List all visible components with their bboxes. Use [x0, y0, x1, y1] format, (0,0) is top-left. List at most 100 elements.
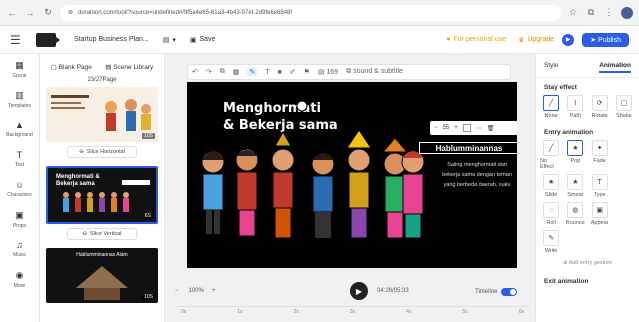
stay-none[interactable]: ╱ None — [540, 95, 562, 119]
stage-body-text[interactable]: Saling menghormati dan bekerja sama deng… — [442, 160, 512, 190]
entry-roll[interactable]: ◌ Roll — [540, 202, 562, 226]
stay-label: None — [544, 113, 558, 119]
star-icon[interactable]: ☆ — [567, 7, 579, 19]
play-button[interactable]: ▶ — [350, 282, 368, 300]
layer-count: 169 — [326, 69, 339, 76]
project-title[interactable]: Startup Business Plan... — [74, 36, 149, 43]
rail-props[interactable]: ▣ Props — [0, 204, 39, 234]
text-tool-icon[interactable]: T — [265, 69, 269, 76]
entry-write[interactable]: ✎ Write — [540, 230, 562, 254]
entry-appear[interactable]: ▣ Appear — [589, 202, 611, 226]
trash-icon[interactable]: 🗑 — [487, 125, 495, 132]
layout-dropdown[interactable]: ▤ ▾ — [163, 36, 176, 44]
entry-label: Smear — [567, 192, 584, 198]
stage-canvas[interactable]: Menghormati & Bekerja sama − 55 + ⋯ 🗑 Ha… — [187, 82, 517, 268]
slice-vertical-button[interactable]: ⊖ Slice Vertical — [67, 228, 137, 240]
more-options-icon[interactable]: ⋯ — [476, 125, 482, 132]
menu-dots-icon[interactable]: ⋮ — [603, 7, 615, 19]
entry-label: Roll — [546, 220, 556, 226]
subtitle-icon: ⧉ — [346, 68, 352, 75]
rail-templates[interactable]: ▥ Templates — [0, 84, 39, 114]
scene-library-label: Scene Library — [113, 64, 154, 71]
zoom-level[interactable]: 100% — [189, 288, 204, 294]
blank-page-tab[interactable]: ▢ Blank Page — [51, 63, 92, 71]
entry-label: Write — [544, 248, 558, 254]
rail-text[interactable]: T Text — [0, 144, 39, 174]
hamburger-icon[interactable]: ☰ — [10, 33, 24, 47]
left-rail: ▦ Scene ▥ Templates ▲ Background T Text ☺ Cha… — [0, 54, 40, 322]
entry-label: Type — [593, 192, 606, 198]
url-bar[interactable]: ⊚ doratoon.com/tool/?source=undefined#/9… — [60, 4, 561, 21]
entry-pop[interactable]: ★ Pop — [564, 140, 586, 170]
timeline-ruler[interactable]: 0s 1s 2s 3s 4s 5s 6s — [175, 306, 530, 322]
send-icon: ➤ — [590, 36, 597, 44]
rail-more[interactable]: ◉ More — [0, 264, 39, 294]
tab-style[interactable]: Style — [544, 62, 558, 73]
copy-icon[interactable]: ⧉ — [220, 68, 225, 76]
zoom-in-button[interactable]: + — [212, 288, 216, 294]
zoom-out-button[interactable]: − — [175, 288, 179, 294]
scene-thumbnail-2[interactable]: Menghormati & Bekerja sama 6S — [46, 166, 158, 224]
canvas-area: ↶ ↷ ⧉ ▦ ✎ T ■ ✐ ⚑ ▤ 169 ⧉ sound & subtit… — [165, 54, 535, 322]
entry-no-effect[interactable]: ╱ No Effect — [540, 140, 562, 170]
font-plus-button[interactable]: + — [454, 125, 458, 131]
rail-background[interactable]: ▲ Background — [0, 114, 39, 144]
grid-icon[interactable]: ▦ — [233, 68, 240, 76]
selected-textbox[interactable]: Hablumminannas — [419, 142, 517, 154]
timeline-label: Timeline — [475, 289, 498, 295]
undo-icon[interactable]: ↶ — [192, 68, 198, 76]
upgrade-button[interactable]: ♛ Upgrade — [518, 36, 554, 44]
add-entry-label: Add entry gesture — [568, 260, 613, 266]
back-icon[interactable]: ← — [6, 7, 18, 19]
font-minus-button[interactable]: − — [434, 125, 438, 131]
preview-play-button[interactable]: ▶ — [562, 33, 575, 46]
entry-animation-heading: Entry animation — [544, 129, 594, 136]
publish-button[interactable]: ➤ Publish — [582, 32, 629, 47]
bounce-icon: ◍ — [567, 202, 584, 218]
layout-icon: ▤ — [162, 36, 170, 44]
rail-music[interactable]: ♫ Music — [0, 234, 39, 264]
entry-label: Slide — [545, 192, 558, 198]
rail-label: Props — [12, 222, 27, 229]
scene-library-tab[interactable]: ▤ Scene Library — [105, 63, 153, 71]
slice-horizontal-button[interactable]: ⊖ Slice Horizontal — [67, 146, 137, 158]
entry-smear[interactable]: ★ Smear — [564, 174, 586, 198]
stay-path[interactable]: ⌇ Path — [564, 95, 586, 119]
rail-characters[interactable]: ☺ Characters — [0, 174, 39, 204]
scene-thumbnail-3[interactable]: Hablumminannas Alam 10S — [46, 248, 158, 303]
color-swatch[interactable] — [462, 124, 471, 132]
stay-rotate[interactable]: ⟳ Rotate — [589, 95, 611, 119]
rail-scene[interactable]: ▦ Scene — [0, 54, 39, 84]
brush-icon[interactable]: ✎ — [247, 68, 258, 76]
entry-type[interactable]: T Type — [589, 174, 611, 198]
add-entry-gesture-button[interactable]: ⊕ Add entry gesture — [536, 260, 639, 266]
save-icon: ▣ — [189, 36, 197, 44]
sound-subtitle-button[interactable]: ⧉ sound & subtitle — [346, 68, 403, 76]
stay-shake[interactable]: ▢ Shake — [613, 95, 635, 119]
pen-icon[interactable]: ✐ — [290, 68, 296, 76]
redo-icon[interactable]: ↷ — [206, 68, 212, 76]
entry-bounce[interactable]: ◍ Bounce — [564, 202, 586, 226]
forward-icon[interactable]: → — [24, 7, 36, 19]
camera-icon[interactable]: ■ — [278, 69, 282, 76]
save-button[interactable]: ▣ Save — [190, 36, 216, 44]
personal-use-button[interactable]: ● For personal use — [446, 36, 506, 43]
scene-duration: 10S — [142, 133, 155, 139]
entry-fade[interactable]: ✦ Fade — [589, 140, 611, 170]
layer-indicator[interactable]: ▤ 169 — [318, 68, 338, 76]
flag-icon[interactable]: ⚑ — [304, 68, 310, 76]
rail-label: Characters — [7, 192, 32, 198]
font-size-value[interactable]: 55 — [443, 125, 450, 131]
site-info-icon[interactable]: ⊚ — [68, 9, 73, 16]
blank-page-label: Blank Page — [58, 64, 92, 71]
extensions-icon[interactable]: ⧉ — [585, 7, 597, 19]
scene-thumbnail-1[interactable]: 10S — [46, 87, 158, 142]
entry-slide[interactable]: ★ Slide — [540, 174, 562, 198]
avatar[interactable] — [621, 6, 633, 19]
path-icon: ⌇ — [567, 95, 584, 111]
timeline-toggle[interactable] — [501, 288, 518, 296]
right-panel: Style Animation Stay effect ╱ None ⌇ Path … — [535, 54, 639, 322]
reload-icon[interactable]: ↻ — [42, 7, 54, 19]
tab-animation[interactable]: Animation — [599, 62, 631, 73]
slice-icon: ⊖ — [82, 231, 88, 237]
